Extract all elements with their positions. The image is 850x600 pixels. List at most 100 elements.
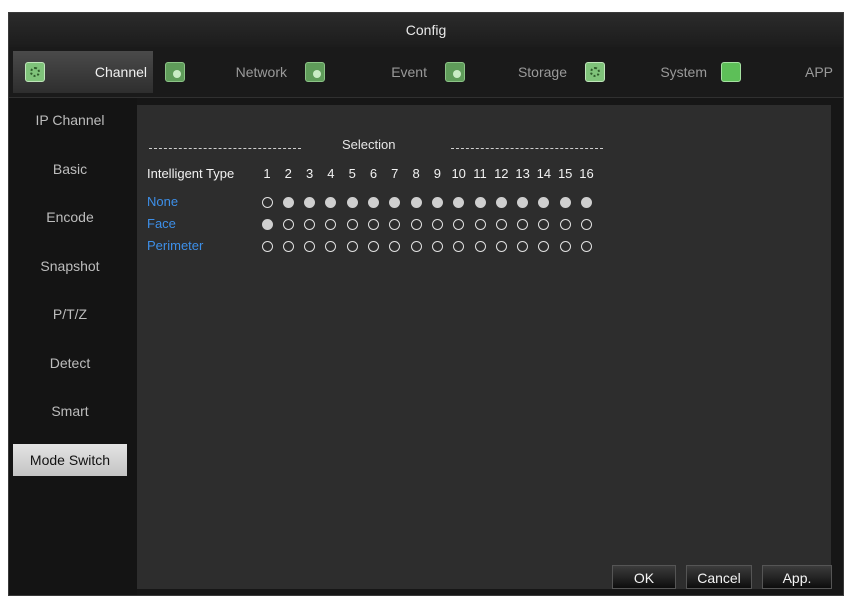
radio-face-ch16[interactable] xyxy=(581,219,592,230)
sidebar-item-basic[interactable]: Basic xyxy=(13,153,127,185)
tab-label: Channel xyxy=(94,64,147,80)
channel-number-10: 10 xyxy=(451,166,466,181)
channel-number-2: 2 xyxy=(284,166,292,181)
top-tab-bar: Channel Network Event Storage System APP xyxy=(9,47,843,98)
tab-label: System xyxy=(660,64,707,80)
selection-divider-right xyxy=(451,148,603,149)
radio-face-ch11[interactable] xyxy=(474,219,486,230)
sidebar-item-snapshot[interactable]: Snapshot xyxy=(13,250,127,282)
cancel-button[interactable]: Cancel xyxy=(686,565,752,589)
radio-perimeter-ch15[interactable] xyxy=(559,241,571,252)
tab-channel[interactable]: Channel xyxy=(13,51,153,93)
sidebar-item-mode-switch[interactable]: Mode Switch xyxy=(13,444,127,476)
radio-perimeter-ch5[interactable] xyxy=(346,241,358,252)
radio-perimeter-ch13[interactable] xyxy=(517,241,529,252)
radio-face-ch13[interactable] xyxy=(517,219,529,230)
radio-none-ch2[interactable] xyxy=(282,197,294,208)
radio-none-ch7[interactable] xyxy=(389,197,401,208)
radio-none-ch12[interactable] xyxy=(495,197,507,208)
type-label-perimeter[interactable]: Perimeter xyxy=(147,238,203,253)
radio-none-ch5[interactable] xyxy=(346,197,358,208)
tab-network[interactable]: Network xyxy=(153,51,293,93)
radio-none-ch6[interactable] xyxy=(368,197,379,208)
radio-perimeter-ch9[interactable] xyxy=(431,241,443,252)
radio-perimeter-ch7[interactable] xyxy=(389,241,401,252)
event-icon xyxy=(305,62,325,82)
channel-number-15: 15 xyxy=(557,166,573,181)
radio-face-ch2[interactable] xyxy=(282,219,294,230)
radio-perimeter-ch4[interactable] xyxy=(325,241,337,252)
selection-divider-left xyxy=(149,148,301,149)
radio-none-ch8[interactable] xyxy=(410,197,422,208)
sidebar: IP Channel Basic Encode Snapshot P/T/Z D… xyxy=(9,98,137,595)
radio-perimeter-ch11[interactable] xyxy=(474,241,486,252)
mode-switch-panel: Selection Intelligent Type OK Cancel App… xyxy=(137,105,832,589)
radio-none-ch14[interactable] xyxy=(538,197,550,208)
tab-label: Network xyxy=(235,64,287,80)
tab-system[interactable]: System xyxy=(573,51,713,93)
channel-number-6: 6 xyxy=(369,166,378,181)
tab-storage[interactable]: Storage xyxy=(433,51,573,93)
radio-face-ch6[interactable] xyxy=(368,219,379,230)
radio-none-ch10[interactable] xyxy=(453,197,465,208)
radio-perimeter-ch1[interactable] xyxy=(261,241,273,252)
channel-number-14: 14 xyxy=(536,166,552,181)
tab-label: Event xyxy=(391,64,427,80)
system-gear-icon xyxy=(585,62,605,82)
radio-perimeter-ch8[interactable] xyxy=(410,241,422,252)
radio-face-ch10[interactable] xyxy=(453,219,465,230)
radio-none-ch9[interactable] xyxy=(431,197,443,208)
channel-number-5: 5 xyxy=(348,166,356,181)
radio-none-ch1[interactable] xyxy=(261,197,273,208)
radio-face-ch14[interactable] xyxy=(538,219,550,230)
sidebar-item-encode[interactable]: Encode xyxy=(13,201,127,233)
sidebar-item-smart[interactable]: Smart xyxy=(13,395,127,427)
radio-perimeter-ch16[interactable] xyxy=(581,241,592,252)
radio-perimeter-ch6[interactable] xyxy=(368,241,379,252)
radio-none-ch11[interactable] xyxy=(474,197,486,208)
radio-perimeter-ch14[interactable] xyxy=(538,241,550,252)
radio-face-ch12[interactable] xyxy=(495,219,507,230)
apply-button[interactable]: App. xyxy=(762,565,832,589)
config-window: Config Channel Network Event Storage Sys… xyxy=(8,12,844,596)
type-label-none[interactable]: None xyxy=(147,194,178,209)
network-icon xyxy=(165,62,185,82)
radio-none-ch15[interactable] xyxy=(559,197,571,208)
channel-number-13: 13 xyxy=(515,166,530,181)
radio-perimeter-ch2[interactable] xyxy=(282,241,294,252)
intelligent-type-header: Intelligent Type xyxy=(147,166,235,181)
radio-face-ch9[interactable] xyxy=(431,219,443,230)
sidebar-item-ptz[interactable]: P/T/Z xyxy=(13,298,127,330)
channel-number-7: 7 xyxy=(391,166,399,181)
tab-label: APP xyxy=(804,64,833,80)
ok-button[interactable]: OK xyxy=(612,565,676,589)
radio-perimeter-ch3[interactable] xyxy=(304,241,316,252)
channel-number-11: 11 xyxy=(473,166,487,181)
channel-number-4: 4 xyxy=(327,166,335,181)
tab-app[interactable]: APP xyxy=(709,51,839,93)
window-title: Config xyxy=(9,13,843,48)
radio-perimeter-ch10[interactable] xyxy=(453,241,465,252)
app-icon xyxy=(721,62,741,82)
radio-face-ch7[interactable] xyxy=(389,219,401,230)
radio-none-ch4[interactable] xyxy=(325,197,337,208)
channel-number-1: 1 xyxy=(263,166,271,181)
radio-none-ch16[interactable] xyxy=(581,197,592,208)
radio-perimeter-ch12[interactable] xyxy=(495,241,507,252)
channel-number-16: 16 xyxy=(579,166,594,181)
radio-face-ch4[interactable] xyxy=(325,219,337,230)
channel-number-9: 9 xyxy=(433,166,441,181)
radio-face-ch3[interactable] xyxy=(304,219,316,230)
radio-face-ch15[interactable] xyxy=(559,219,571,230)
tab-event[interactable]: Event xyxy=(293,51,433,93)
radio-none-ch13[interactable] xyxy=(517,197,529,208)
type-label-face[interactable]: Face xyxy=(147,216,176,231)
channel-number-8: 8 xyxy=(412,166,420,181)
storage-icon xyxy=(445,62,465,82)
sidebar-item-detect[interactable]: Detect xyxy=(13,347,127,379)
sidebar-item-ip-channel[interactable]: IP Channel xyxy=(13,104,127,136)
radio-none-ch3[interactable] xyxy=(304,197,316,208)
radio-face-ch8[interactable] xyxy=(410,219,422,230)
radio-face-ch5[interactable] xyxy=(346,219,358,230)
radio-face-ch1[interactable] xyxy=(261,219,273,230)
